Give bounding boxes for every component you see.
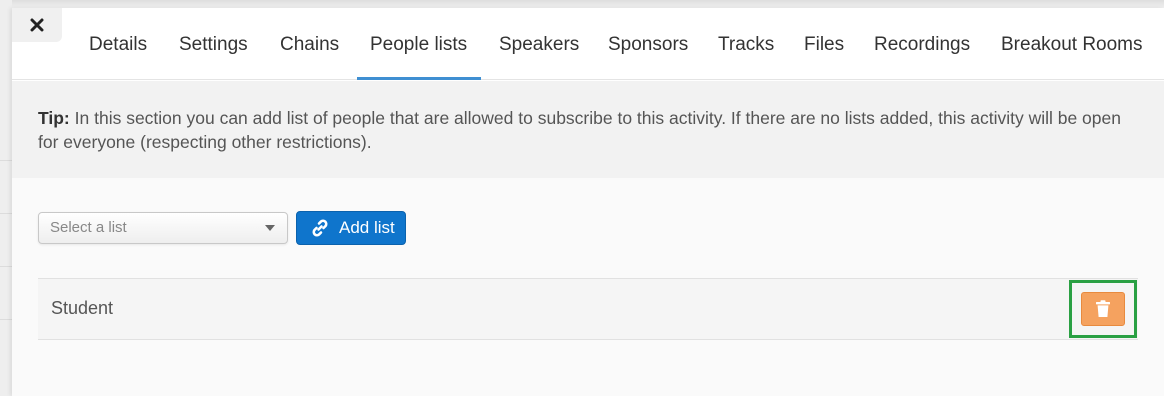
- tab-tracks[interactable]: Tracks: [718, 34, 774, 80]
- list-item: Student: [38, 278, 1138, 340]
- tip-text: In this section you can add list of peop…: [38, 108, 1121, 152]
- tab-sponsors[interactable]: Sponsors: [608, 34, 688, 80]
- background-divider: [0, 266, 12, 267]
- tip-box: Tip: In this section you can add list of…: [12, 81, 1164, 178]
- tab-breakout-rooms[interactable]: Breakout Rooms: [1001, 34, 1143, 80]
- background-divider: [0, 213, 12, 214]
- add-list-button[interactable]: Add list: [296, 211, 406, 245]
- list-select[interactable]: Select a list: [38, 212, 288, 244]
- close-icon: [30, 18, 44, 32]
- tab-bar: Details Settings Chains People lists Spe…: [12, 8, 1164, 80]
- link-icon: [310, 218, 330, 238]
- tip-prefix: Tip:: [38, 108, 70, 128]
- trash-icon: [1096, 300, 1110, 317]
- background-page-edge: [0, 0, 12, 396]
- close-button[interactable]: [12, 8, 62, 42]
- delete-list-button[interactable]: [1081, 292, 1125, 326]
- tab-recordings[interactable]: Recordings: [874, 34, 970, 80]
- top-shadow: [0, 0, 1164, 8]
- caret-down-icon: [265, 225, 275, 231]
- add-list-label: Add list: [339, 218, 395, 237]
- tab-speakers[interactable]: Speakers: [499, 34, 579, 80]
- tab-details[interactable]: Details: [89, 34, 147, 80]
- background-divider: [0, 319, 12, 320]
- tab-settings[interactable]: Settings: [179, 34, 248, 80]
- background-divider: [0, 160, 12, 161]
- list-item-name: Student: [51, 298, 114, 318]
- tab-files[interactable]: Files: [804, 34, 844, 80]
- tab-chains[interactable]: Chains: [280, 34, 339, 80]
- tab-people-lists[interactable]: People lists: [357, 34, 481, 80]
- list-select-placeholder: Select a list: [50, 219, 127, 236]
